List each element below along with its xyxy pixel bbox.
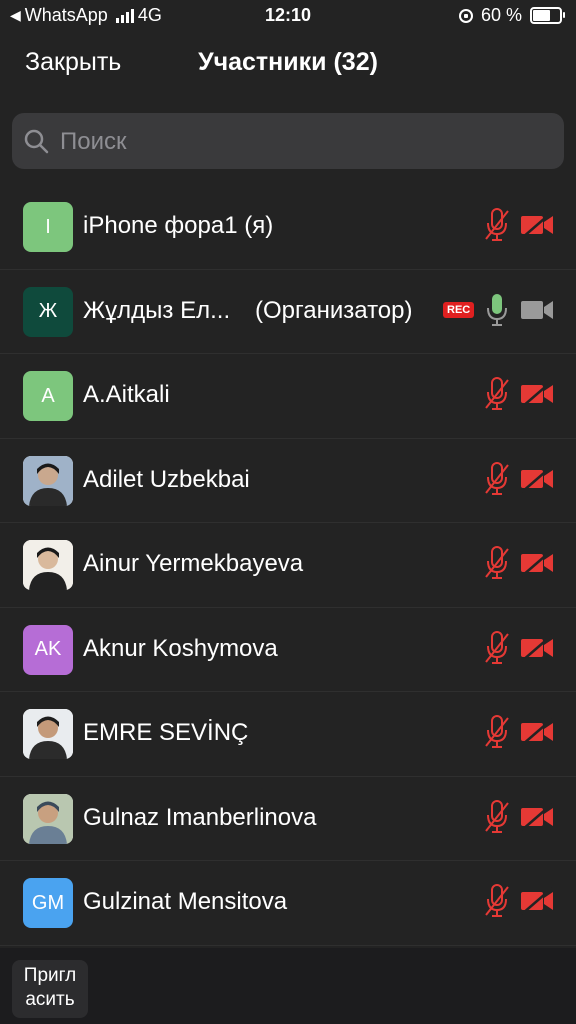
participant-name: Gulnaz Imanberlinova (83, 803, 317, 831)
recording-badge: REC (443, 301, 475, 318)
avatar: GM (23, 878, 73, 928)
mic-muted-icon[interactable] (484, 207, 510, 248)
participant-row[interactable]: Gulnaz Imanberlinova (0, 777, 576, 861)
participant-name: EMRE SEVİNÇ (83, 719, 249, 746)
participant-name: Жұлдыз Ел... (83, 296, 231, 324)
rotation-lock-icon (458, 8, 473, 23)
video-off-icon[interactable] (519, 887, 555, 920)
participant-name: A.Aitkali (83, 381, 170, 408)
video-off-icon[interactable] (519, 802, 555, 836)
bottom-bar: Пригл асить (0, 948, 576, 1024)
status-right: 60 % (458, 5, 565, 26)
participant-row[interactable]: Adilet Uzbekbai (0, 439, 576, 523)
participant-row[interactable]: EMRE SEVİNÇ (0, 692, 576, 777)
page-title-text: Участники (32) (198, 48, 378, 76)
video-off-icon[interactable] (519, 464, 555, 498)
status-bar: ◀ WhatsApp 4G 12:10 60 % (0, 0, 576, 34)
mic-muted-icon[interactable] (484, 799, 510, 840)
participant-name: Gulzinat Mensitova (83, 888, 288, 915)
participants-list: IiPhone фора1 (я) Ж Жұлдыз Ел... (Организат… (0, 185, 576, 946)
mic-muted-icon[interactable] (484, 376, 510, 417)
video-off-icon[interactable] (519, 718, 555, 751)
participant-name: Ainur Yermekbayeva (83, 550, 304, 577)
avatar: A (23, 371, 73, 421)
avatar (23, 455, 73, 506)
participant-row[interactable]: IiPhone фора1 (я) (0, 185, 576, 270)
avatar (23, 793, 73, 844)
battery-percent: 60 % (480, 5, 522, 25)
mic-muted-icon[interactable] (484, 714, 510, 755)
participant-row[interactable]: GM Gulzinat Mensitova (0, 861, 576, 946)
participant-name: Aknur Koshymova (83, 634, 278, 662)
participant-row[interactable]: Ainur Yermekbayeva (0, 523, 576, 608)
search-bar[interactable] (12, 113, 564, 171)
video-off-icon[interactable] (519, 549, 555, 582)
search-icon (24, 129, 49, 154)
avatar (23, 709, 73, 759)
video-off-icon[interactable] (519, 633, 555, 667)
participant-name: iPhone фора1 (я) (83, 212, 274, 239)
avatar: I (23, 202, 73, 252)
participant-row[interactable]: AK Aknur Koshymova (0, 608, 576, 692)
mic-icon[interactable] (484, 292, 510, 333)
participant-row[interactable]: Ж Жұлдыз Ел... (Организатор) REC (0, 270, 576, 354)
page-title: Участники (32) (0, 48, 576, 77)
invite-button[interactable]: Пригл асить (12, 960, 88, 1018)
avatar: Ж (23, 286, 73, 337)
avatar: AK (23, 624, 73, 675)
video-off-icon[interactable] (519, 211, 555, 244)
avatar (23, 540, 73, 590)
battery-icon (530, 7, 565, 24)
mic-muted-icon[interactable] (484, 630, 510, 671)
video-icon[interactable] (519, 296, 555, 329)
mic-muted-icon[interactable] (484, 883, 510, 924)
mic-muted-icon[interactable] (484, 461, 510, 502)
search-input[interactable] (58, 113, 542, 171)
participant-name: Adilet Uzbekbai (83, 465, 250, 493)
video-off-icon[interactable] (519, 380, 555, 413)
participant-row[interactable]: A A.Aitkali (0, 354, 576, 439)
participant-role: (Организатор) (255, 296, 413, 324)
mic-muted-icon[interactable] (484, 545, 510, 586)
